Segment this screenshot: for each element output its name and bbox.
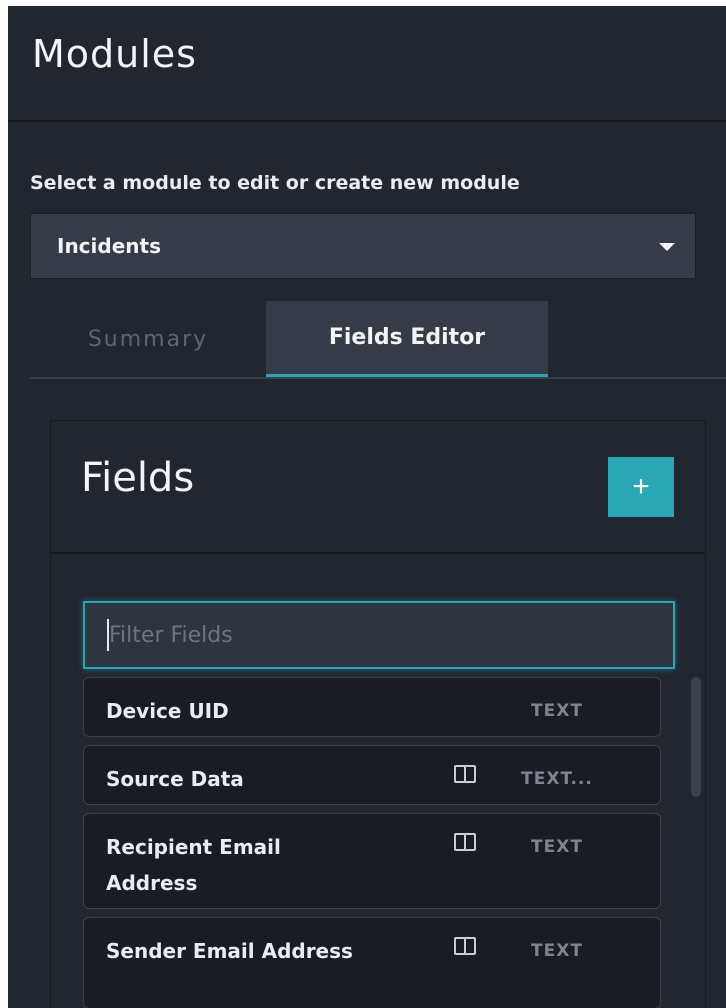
text-cursor [107,619,109,651]
layout-icon [454,937,476,955]
field-name: Sender Email Address [106,939,353,963]
field-type-badge: TEXT... [521,769,593,789]
modules-app: Modules Select a module to edit or creat… [8,6,726,1008]
add-field-button[interactable]: + [608,457,674,517]
field-list-scrollbar[interactable] [691,677,701,1008]
tab-fields-editor[interactable]: Fields Editor [266,301,548,377]
page-title: Modules [32,32,197,76]
field-name: Recipient Email Address [106,835,281,895]
module-select-label: Select a module to edit or create new mo… [30,172,520,194]
fields-title: Fields [81,455,195,501]
filter-fields-input[interactable] [83,601,675,669]
field-type-badge: TEXT [531,837,583,857]
field-name: Source Data [106,767,244,791]
tab-summary[interactable]: Summary [58,301,238,377]
field-row-source-data[interactable]: Source Data TEXT... [83,745,661,805]
fields-panel: Fields + Device UID TEXT Source Data TEX… [50,420,706,1008]
layout-icon [454,833,476,851]
field-row-recipient-email-address[interactable]: Recipient Email Address TEXT [83,813,661,909]
module-select-value: Incidents [57,234,161,258]
app-header: Modules [8,6,726,122]
layout-icon [454,765,476,783]
module-tabs: Summary Fields Editor [30,301,726,379]
fields-header: Fields + [51,421,705,554]
chevron-down-icon [659,243,675,251]
field-row-sender-email-address[interactable]: Sender Email Address TEXT [83,917,661,1008]
field-name: Device UID [106,699,229,723]
field-row-device-uid[interactable]: Device UID TEXT [83,677,661,737]
scrollbar-thumb[interactable] [691,677,701,797]
module-select[interactable]: Incidents [30,213,696,279]
field-type-badge: TEXT [531,941,583,961]
field-type-badge: TEXT [531,701,583,721]
